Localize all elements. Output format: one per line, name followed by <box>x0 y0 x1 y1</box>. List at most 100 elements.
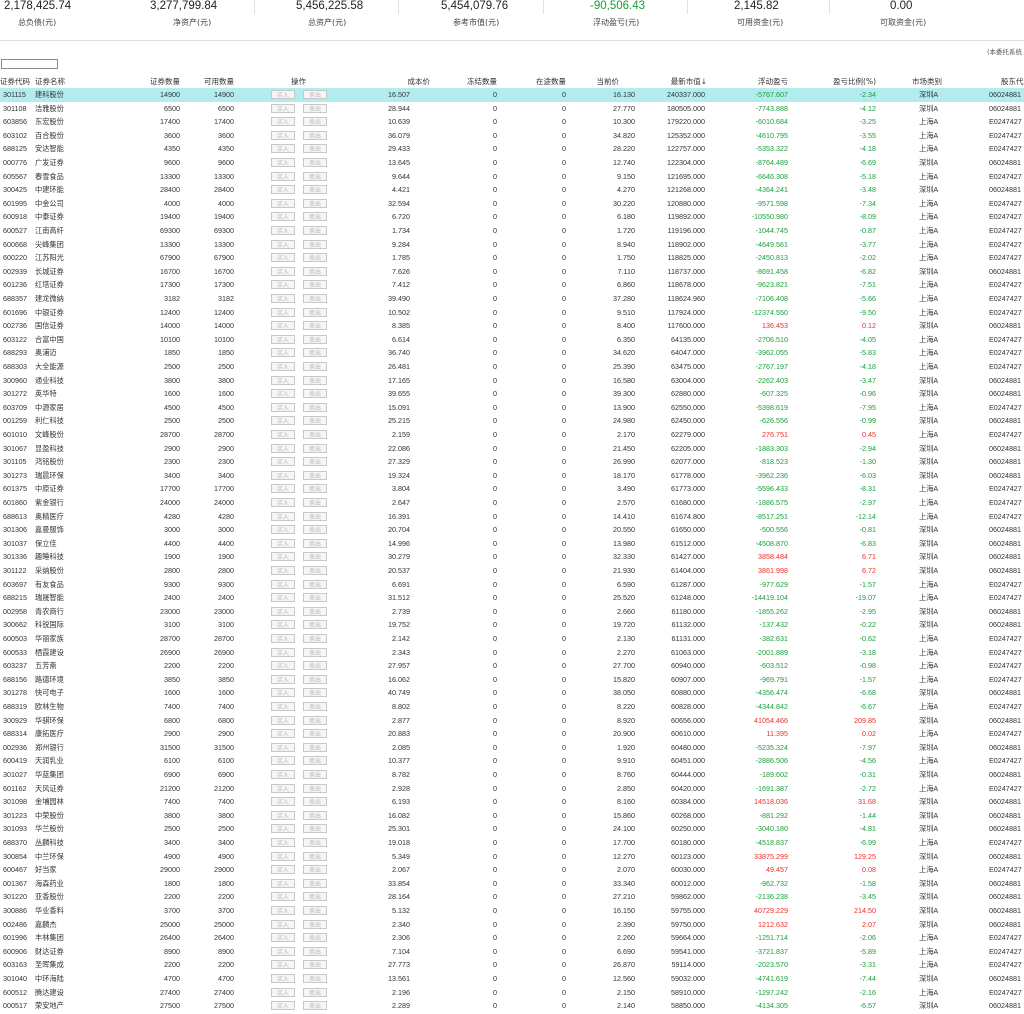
buy-button[interactable]: 买入 <box>271 280 295 290</box>
column-header[interactable]: 股东代 <box>1001 76 1024 88</box>
buy-button[interactable]: 买入 <box>271 797 295 807</box>
buy-button[interactable]: 买入 <box>271 307 295 317</box>
table-row[interactable]: 600512 腾达建设 27400 27400 2.196 0 0 2.150 58910.00… <box>0 986 1024 1000</box>
sell-button[interactable]: 卖出 <box>303 321 327 331</box>
buy-button[interactable]: 买入 <box>271 103 295 113</box>
table-row[interactable]: 601696 中银证券 12400 12400 10.502 0 0 9.510 117924.… <box>0 306 1024 320</box>
buy-button[interactable]: 买入 <box>271 144 295 154</box>
sell-button[interactable]: 卖出 <box>303 810 327 820</box>
buy-button[interactable]: 买入 <box>271 620 295 630</box>
table-row[interactable]: 600668 尖峰集团 13300 13300 9.284 0 0 8.940 118902.0… <box>0 238 1024 252</box>
sell-button[interactable]: 卖出 <box>303 933 327 943</box>
table-row[interactable]: 601860 紫金银行 24000 24000 2.647 0 0 2.570 61680.00… <box>0 496 1024 510</box>
sell-button[interactable]: 卖出 <box>303 729 327 739</box>
table-row[interactable]: 300662 科锐国际 3100 3100 19.752 0 0 19.720 61132.00… <box>0 618 1024 632</box>
table-row[interactable]: 688370 丛麟科技 3400 3400 19.018 0 0 17.700 60180.00… <box>0 836 1024 850</box>
buy-button[interactable]: 买入 <box>271 946 295 956</box>
sell-button[interactable]: 卖出 <box>303 416 327 426</box>
table-row[interactable]: 301336 趣睡科技 1900 1900 30.279 0 0 32.330 61427.00… <box>0 550 1024 564</box>
sell-button[interactable]: 卖出 <box>303 552 327 562</box>
table-row[interactable]: 301115 建科股份 14900 14900 16.507 0 0 16.130 240337… <box>0 88 1024 102</box>
sell-button[interactable]: 卖出 <box>303 212 327 222</box>
buy-button[interactable]: 买入 <box>271 117 295 127</box>
sell-button[interactable]: 卖出 <box>303 770 327 779</box>
buy-button[interactable]: 买入 <box>271 756 295 766</box>
sell-button[interactable]: 卖出 <box>303 593 327 603</box>
buy-button[interactable]: 买入 <box>271 933 295 943</box>
sell-button[interactable]: 卖出 <box>303 253 327 263</box>
buy-button[interactable]: 买入 <box>271 239 295 249</box>
buy-button[interactable]: 买入 <box>271 416 295 426</box>
column-header[interactable]: 市场类别 <box>912 76 942 88</box>
buy-button[interactable]: 买入 <box>271 158 295 167</box>
sell-button[interactable]: 卖出 <box>303 906 327 915</box>
buy-button[interactable]: 买入 <box>271 960 295 970</box>
buy-button[interactable]: 买入 <box>271 919 295 929</box>
sell-button[interactable]: 卖出 <box>303 226 327 235</box>
table-row[interactable]: 603697 有友食品 9300 9300 6.691 0 0 6.590 61287.000 -… <box>0 578 1024 592</box>
sell-button[interactable]: 卖出 <box>303 865 327 875</box>
buy-button[interactable]: 买入 <box>271 348 295 358</box>
sell-button[interactable]: 卖出 <box>303 525 327 535</box>
buy-button[interactable]: 买入 <box>271 865 295 875</box>
table-row[interactable]: 603856 东宏股份 17400 17400 10.639 0 0 10.300 179220… <box>0 115 1024 129</box>
buy-button[interactable]: 买入 <box>271 606 295 616</box>
sell-button[interactable]: 卖出 <box>303 824 327 834</box>
buy-button[interactable]: 买入 <box>271 906 295 915</box>
sell-button[interactable]: 卖出 <box>303 280 327 290</box>
table-row[interactable]: 301108 洁雅股份 6500 6500 28.944 0 0 27.770 180505.0… <box>0 102 1024 116</box>
sell-button[interactable]: 卖出 <box>303 919 327 929</box>
table-row[interactable]: 301223 中荣股份 3800 3800 16.082 0 0 15.860 60268.00… <box>0 809 1024 823</box>
table-row[interactable]: 600467 好当家 29000 29000 2.067 0 0 2.070 60030.000… <box>0 863 1024 877</box>
buy-button[interactable]: 买入 <box>271 838 295 847</box>
sell-button[interactable]: 卖出 <box>303 117 327 127</box>
column-header[interactable]: 冻结数量 <box>467 76 497 88</box>
buy-button[interactable]: 买入 <box>271 198 295 208</box>
buy-button[interactable]: 买入 <box>271 538 295 548</box>
table-row[interactable]: 301105 鸿铭股份 2300 2300 27.329 0 0 26.990 62077.00… <box>0 455 1024 469</box>
table-row[interactable]: 600503 华丽家族 28700 28700 2.142 0 0 2.130 61131.00… <box>0 632 1024 646</box>
column-header[interactable]: 成本价 <box>408 76 431 88</box>
sell-button[interactable]: 卖出 <box>303 715 327 725</box>
column-header[interactable]: 可用数量 <box>204 76 234 88</box>
table-row[interactable]: 600220 江苏阳光 67900 67900 1.785 0 0 1.750 118825.0… <box>0 251 1024 265</box>
table-row[interactable]: 688319 欧林生物 7400 7400 8.802 0 0 8.220 60828.000 -… <box>0 700 1024 714</box>
sell-button[interactable]: 卖出 <box>303 389 327 399</box>
buy-button[interactable]: 买入 <box>271 974 295 983</box>
sell-button[interactable]: 卖出 <box>303 579 327 589</box>
buy-button[interactable]: 买入 <box>271 1001 295 1011</box>
sell-button[interactable]: 卖出 <box>303 756 327 766</box>
table-row[interactable]: 688293 奥浦迈 1850 1850 36.740 0 0 34.620 64047.000… <box>0 346 1024 360</box>
buy-button[interactable]: 买入 <box>271 579 295 589</box>
buy-button[interactable]: 买入 <box>271 647 295 657</box>
table-row[interactable]: 603102 百合股份 3600 3600 36.079 0 0 34.820 125352.0… <box>0 129 1024 143</box>
column-header[interactable]: 当前价 <box>597 76 620 88</box>
buy-button[interactable]: 买入 <box>271 715 295 725</box>
sell-button[interactable]: 卖出 <box>303 960 327 970</box>
table-row[interactable]: 688357 建龙微纳 3182 3182 39.490 0 0 37.280 118624.9… <box>0 292 1024 306</box>
table-row[interactable]: 300960 通业科技 3800 3800 17.165 0 0 16.580 63004.00… <box>0 374 1024 388</box>
sell-button[interactable]: 卖出 <box>303 362 327 371</box>
table-row[interactable]: 601996 丰林集团 26400 26400 2.306 0 0 2.260 59664.00… <box>0 931 1024 945</box>
table-row[interactable]: 301098 金埔园林 7400 7400 6.193 0 0 8.160 60384.000 1… <box>0 795 1024 809</box>
sell-button[interactable]: 卖出 <box>303 742 327 752</box>
sell-button[interactable]: 卖出 <box>303 334 327 344</box>
table-row[interactable]: 002486 嘉麟杰 25000 25000 2.340 0 0 2.390 59750.000… <box>0 918 1024 932</box>
buy-button[interactable]: 买入 <box>271 171 295 181</box>
sell-button[interactable]: 卖出 <box>303 430 327 439</box>
buy-button[interactable]: 买入 <box>271 987 295 997</box>
table-row[interactable]: 603122 合富中国 10100 10100 6.614 0 0 6.350 64135.00… <box>0 333 1024 347</box>
table-row[interactable]: 300854 中兰环保 4900 4900 5.349 0 0 12.270 60123.000… <box>0 850 1024 864</box>
buy-button[interactable]: 买入 <box>271 321 295 331</box>
table-row[interactable]: 002958 青农商行 23000 23000 2.739 0 0 2.660 61180.00… <box>0 605 1024 619</box>
buy-button[interactable]: 买入 <box>271 266 295 276</box>
table-row[interactable]: 301027 华蓝集团 6900 6900 8.782 0 0 8.760 60444.000 -… <box>0 768 1024 782</box>
sell-button[interactable]: 卖出 <box>303 130 327 140</box>
table-row[interactable]: 601995 中金公司 4000 4000 32.594 0 0 30.220 120880.0… <box>0 197 1024 211</box>
buy-button[interactable]: 买入 <box>271 702 295 711</box>
sell-button[interactable]: 卖出 <box>303 661 327 671</box>
column-header[interactable]: 在途数量 <box>536 76 566 88</box>
table-row[interactable]: 688314 康拓医疗 2900 2900 20.883 0 0 20.900 60610.00… <box>0 727 1024 741</box>
buy-button[interactable]: 买入 <box>271 389 295 399</box>
column-header[interactable]: 证券名称 <box>35 76 65 88</box>
